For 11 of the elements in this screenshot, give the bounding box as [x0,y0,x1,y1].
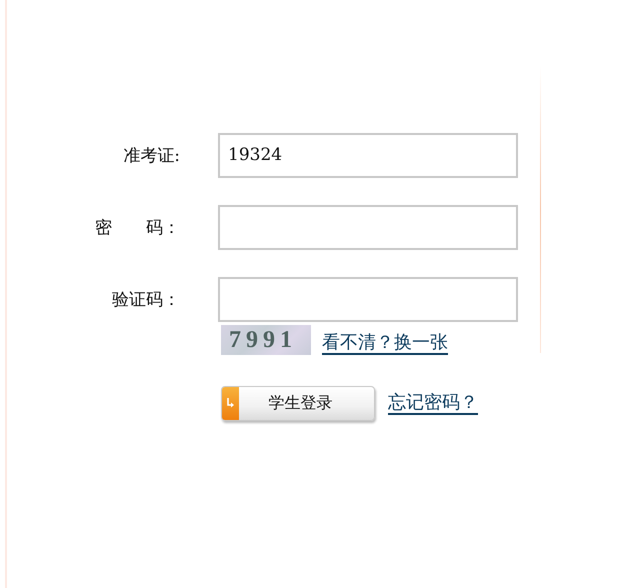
arrow-icon [226,398,235,409]
field-label: 准考证: [122,144,180,166]
captcha-image: 7991 [221,325,311,355]
field-label: 验证码： [111,288,180,310]
input-field[interactable]: 19324 [218,132,518,178]
refresh-captcha-link[interactable]: 看不清？换一张 [322,333,448,355]
forgot-password-link[interactable]: 忘记密码？ [388,392,478,414]
field-label: 密 码： [94,216,180,238]
input-field[interactable] [218,276,518,322]
student-login-button[interactable]: 学生登录 [221,386,375,421]
input-field[interactable] [218,204,518,250]
